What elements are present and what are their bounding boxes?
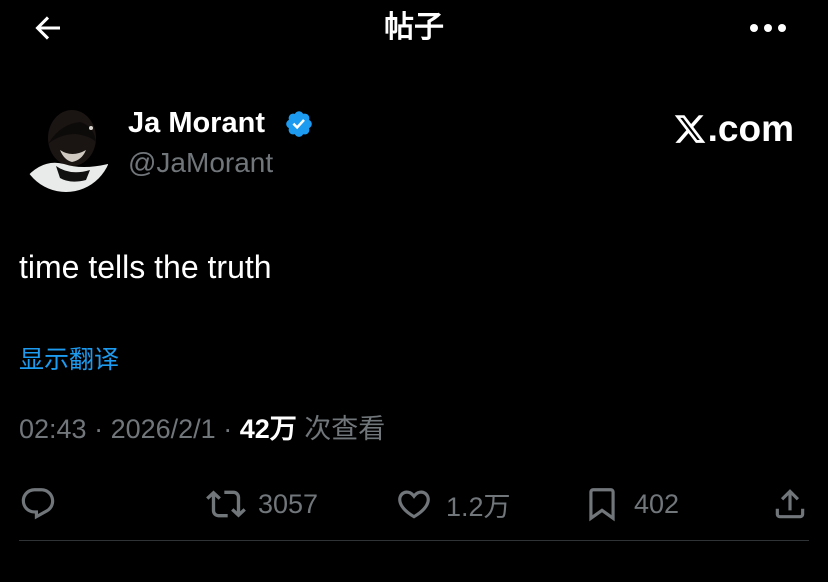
author-name[interactable]: Ja Morant [128,104,265,142]
more-horizontal-icon [750,24,786,32]
heart-icon [394,484,434,524]
arrow-left-icon [35,16,60,40]
tweet-time[interactable]: 02:43 [19,414,87,444]
show-translation-link[interactable]: 显示翻译 [19,342,119,378]
x-com-watermark: .com [673,106,794,152]
avatar-image [20,100,112,192]
tweet-meta: 02:43 · 2026/2/1 · 42万 次查看 [19,410,385,448]
watermark-text: .com [707,108,794,149]
verified-badge-icon [286,111,312,137]
repost-button[interactable]: 3057 [206,478,318,530]
top-bar: 帖子 [0,0,828,56]
tweet-date[interactable]: 2026/2/1 [111,414,216,444]
like-button[interactable]: 1.2万 [394,478,511,530]
page-title: 帖子 [384,10,444,45]
tweet-text: time tells the truth [19,249,272,285]
action-bar: 3057 1.2万 402 [0,478,828,530]
back-button[interactable] [28,8,68,48]
more-button[interactable] [744,10,792,46]
reply-button[interactable] [18,478,58,530]
author-handle[interactable]: @JaMorant [128,144,273,182]
author-avatar[interactable] [20,100,112,192]
reply-icon [18,484,58,524]
meta-separator: · [215,414,240,444]
x-logo-icon [674,115,705,143]
share-button[interactable] [770,478,810,530]
views-count[interactable]: 42万 [240,414,297,444]
like-count: 1.2万 [446,491,511,522]
bookmark-icon [582,484,622,524]
repost-icon [206,484,246,524]
share-icon [770,484,810,524]
bookmark-button[interactable]: 402 [582,478,679,530]
views-label: 次查看 [296,414,386,444]
divider [19,540,809,541]
repost-count: 3057 [258,488,319,519]
meta-separator: · [86,414,111,444]
bookmark-count: 402 [634,488,680,519]
